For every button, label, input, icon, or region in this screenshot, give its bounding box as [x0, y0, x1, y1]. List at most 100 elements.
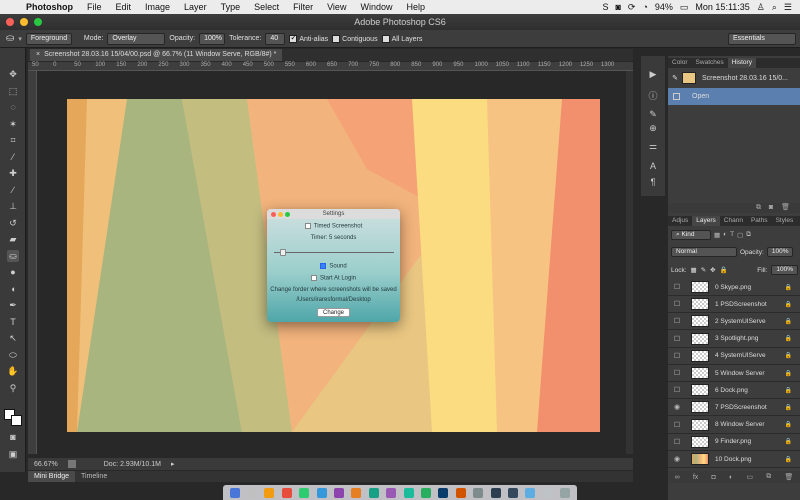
- paint-bucket-tool-icon[interactable]: ⛀: [7, 250, 19, 262]
- antialias-checkbox[interactable]: Anti-alias: [289, 33, 328, 43]
- tab-paths[interactable]: Paths: [747, 216, 772, 226]
- hand-tool-icon[interactable]: ✋: [7, 365, 19, 377]
- launchpad-icon[interactable]: [247, 487, 258, 498]
- change-folder-button[interactable]: Change: [317, 308, 350, 317]
- clone-stamp-tool-icon[interactable]: ⊥: [7, 200, 19, 212]
- timer-slider-track[interactable]: [274, 252, 394, 253]
- horizontal-ruler[interactable]: 50 0 50 100 150 200 250 300 350 400 450 500 550 600 65…: [28, 62, 633, 71]
- menu-help[interactable]: Help: [399, 2, 432, 12]
- tab-timeline[interactable]: Timeline: [75, 471, 113, 482]
- vertical-scrollbar[interactable]: [626, 71, 633, 454]
- crop-tool-icon[interactable]: ⌗: [7, 134, 19, 146]
- layer-visibility-eye-icon[interactable]: ☐: [671, 283, 683, 291]
- brush-presets-icon[interactable]: ✎: [647, 108, 659, 120]
- blend-mode-select[interactable]: Normal: [671, 247, 737, 257]
- type-filter-icon[interactable]: T: [730, 231, 734, 238]
- layer-row[interactable]: ☐ 8 Window Server 🔒: [668, 417, 800, 434]
- clock[interactable]: Mon 15:11:35: [695, 2, 749, 12]
- menu-filter[interactable]: Filter: [286, 2, 320, 12]
- sound-checkbox[interactable]: Sound: [267, 263, 400, 270]
- battery-icon[interactable]: ▭: [680, 2, 689, 13]
- adjustment-filter-icon[interactable]: ◐: [723, 231, 727, 238]
- layer-visibility-eye-icon[interactable]: ☐: [671, 300, 683, 308]
- layer-visibility-eye-icon[interactable]: ◉: [671, 455, 683, 463]
- lasso-tool-icon[interactable]: ◌: [7, 101, 19, 113]
- history-state-checkbox[interactable]: [673, 93, 680, 100]
- type-tool-icon[interactable]: T: [7, 316, 19, 328]
- new-group-icon[interactable]: ▭: [746, 473, 753, 481]
- layer-fill-input[interactable]: 100%: [771, 265, 798, 275]
- tab-adjustments[interactable]: Adjus: [668, 216, 692, 226]
- layer-visibility-eye-icon[interactable]: ☐: [671, 317, 683, 325]
- new-document-from-state-icon[interactable]: ⧉: [756, 204, 761, 211]
- new-snapshot-icon[interactable]: ◙: [769, 204, 773, 211]
- layer-row[interactable]: ☐ 3 Spotlight.png 🔒: [668, 331, 800, 348]
- eyedropper-tool-icon[interactable]: ⁄: [7, 151, 19, 163]
- lock-all-icon[interactable]: 🔒: [720, 266, 728, 274]
- mail-icon[interactable]: [525, 487, 536, 498]
- new-layer-icon[interactable]: ⧉: [766, 473, 771, 481]
- magic-wand-tool-icon[interactable]: ✶: [7, 118, 19, 130]
- history-snapshot[interactable]: ✎ Screenshot 28.03.16 15/0...: [668, 68, 800, 88]
- lock-image-icon[interactable]: ✎: [701, 266, 706, 274]
- adjust-panel-icon[interactable]: ⚌: [647, 140, 659, 152]
- layer-row[interactable]: ☐ 0 Skype.png 🔒: [668, 279, 800, 296]
- shape-tool-icon[interactable]: ⬭: [7, 349, 19, 361]
- layer-opacity-input[interactable]: 100%: [766, 247, 794, 257]
- tolerance-input[interactable]: 40: [265, 32, 286, 45]
- all-layers-checkbox[interactable]: All Layers: [381, 34, 422, 43]
- add-mask-icon[interactable]: ◘: [712, 474, 716, 481]
- layer-kind-filter[interactable]: ⌕ Kind: [671, 229, 711, 240]
- history-brush-source-icon[interactable]: ✎: [668, 74, 682, 82]
- workspace-select[interactable]: Essentials: [728, 32, 796, 45]
- spotlight-search-icon[interactable]: ⌕: [772, 2, 777, 13]
- zoom-level[interactable]: 66.67%: [34, 461, 58, 468]
- status-menu-arrow-icon[interactable]: ▸: [171, 460, 175, 468]
- menu-image[interactable]: Image: [138, 2, 177, 12]
- character-panel-icon[interactable]: A: [647, 160, 659, 172]
- layer-visibility-eye-icon[interactable]: ☐: [671, 369, 683, 377]
- layer-row[interactable]: ☐ 6 Dock.png 🔒: [668, 382, 800, 400]
- app-store-icon[interactable]: [455, 487, 466, 498]
- contiguous-checkbox[interactable]: Contiguous: [332, 34, 378, 43]
- pixel-filter-icon[interactable]: ▦: [714, 231, 720, 239]
- smart-filter-icon[interactable]: ⧉: [746, 231, 751, 239]
- blur-tool-icon[interactable]: ●: [7, 266, 19, 278]
- downloads-folder-icon[interactable]: [542, 487, 553, 498]
- tab-mini-bridge[interactable]: Mini Bridge: [28, 471, 76, 482]
- brush-tool-icon[interactable]: ∕: [7, 184, 19, 196]
- terminal-icon[interactable]: [490, 487, 501, 498]
- vertical-ruler[interactable]: [28, 71, 37, 454]
- itunes-icon[interactable]: [334, 487, 345, 498]
- dialog-minimize-icon[interactable]: [278, 212, 283, 217]
- layer-visibility-eye-icon[interactable]: ☐: [671, 352, 683, 360]
- menu-file[interactable]: File: [80, 2, 109, 12]
- move-tool-icon[interactable]: ✥: [7, 68, 19, 80]
- tab-color[interactable]: Color: [668, 58, 692, 68]
- menu-edit[interactable]: Edit: [109, 2, 139, 12]
- dialog-close-icon[interactable]: [271, 212, 276, 217]
- background-color-swatch[interactable]: [11, 415, 22, 426]
- quick-mask-icon[interactable]: ◙: [7, 431, 19, 443]
- skype-dock-icon[interactable]: [420, 487, 431, 498]
- document-tab[interactable]: × Screenshot 28.03.16 15/04/00.psd @ 66.7…: [30, 49, 283, 61]
- timed-screenshot-checkbox[interactable]: Timed Screenshot: [267, 223, 400, 230]
- photoshop-icon[interactable]: [438, 487, 449, 498]
- history-state-open[interactable]: Open: [668, 88, 800, 105]
- photos-icon[interactable]: [386, 487, 397, 498]
- zoom-tool-icon[interactable]: ⚲: [7, 382, 19, 394]
- paragraph-panel-icon[interactable]: ¶: [647, 176, 659, 188]
- skype-icon[interactable]: S: [602, 2, 608, 12]
- layer-row[interactable]: ◉ 7 PSDScreenshot 🔒: [668, 399, 800, 417]
- menu-type[interactable]: Type: [214, 2, 248, 12]
- tab-channels[interactable]: Chann: [720, 216, 747, 226]
- camera-icon[interactable]: ◙: [615, 2, 620, 12]
- lock-transparent-icon[interactable]: ▦: [691, 266, 697, 274]
- doc-info-icon[interactable]: [67, 460, 76, 468]
- opacity-input[interactable]: 100%: [199, 32, 226, 45]
- layer-row[interactable]: ☐ 5 Window Server 🔒: [668, 365, 800, 382]
- activity-monitor-icon[interactable]: [507, 487, 518, 498]
- dodge-tool-icon[interactable]: ◖: [7, 283, 19, 295]
- layer-visibility-eye-icon[interactable]: ☐: [671, 335, 683, 343]
- screen-mode-icon[interactable]: ▣: [7, 448, 19, 460]
